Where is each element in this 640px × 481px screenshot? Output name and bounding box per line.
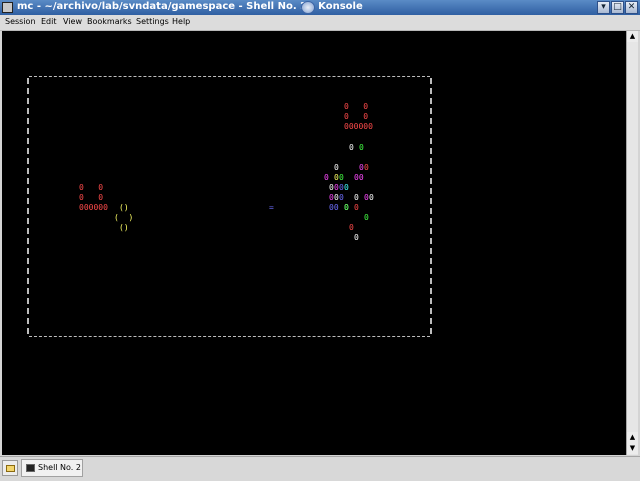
minimize-button[interactable]: ▾	[597, 1, 610, 14]
asteroid-glyph: ()	[119, 223, 129, 232]
ship-glyph: 000000	[79, 203, 108, 212]
session-tab-bar: Shell No. 2	[0, 456, 640, 481]
particle-glyph: 0	[354, 203, 359, 212]
menu-bookmarks[interactable]: Bookmarks	[87, 17, 132, 26]
maximize-button[interactable]: □	[611, 1, 624, 14]
particle-glyph: 0	[354, 233, 359, 242]
particle-glyph: 0	[349, 223, 354, 232]
close-button[interactable]: ✕	[625, 1, 638, 14]
playfield-border-right	[430, 78, 432, 334]
terminal-view[interactable]: 0 0 0 0 000000 0 0 0 0 0 0 0 0 00 0 0 0 …	[2, 31, 626, 455]
menu-bar: Session Edit View Bookmarks Settings Hel…	[0, 15, 640, 31]
menu-settings[interactable]: Settings	[136, 17, 169, 26]
asteroid-glyph: ( )	[114, 213, 134, 222]
playfield-border-bottom	[29, 336, 430, 337]
particle-glyph: 0	[344, 183, 349, 192]
particle-glyph: 0	[364, 213, 369, 222]
center-marker-glyph: =	[269, 203, 274, 212]
menu-edit[interactable]: Edit	[41, 17, 57, 26]
konsole-app-icon[interactable]	[2, 2, 13, 13]
title-bar[interactable]: mc - ~/archivo/lab/svndata/gamespace - S…	[0, 0, 640, 15]
ship-glyph: 0 0	[344, 102, 369, 111]
menu-session[interactable]: Session	[5, 17, 36, 26]
menu-help[interactable]: Help	[172, 17, 190, 26]
ship-glyph: 0 0	[344, 112, 369, 121]
scroll-up-arrow-icon[interactable]: ▲	[627, 432, 638, 443]
particle-glyph: 00	[354, 173, 364, 182]
particle-glyph: 0	[359, 143, 364, 152]
particle-glyph: 00	[329, 203, 339, 212]
particle-glyph: 0	[339, 173, 344, 182]
particle-glyph: 0	[364, 163, 369, 172]
terminal-scrollbar[interactable]: ▲ ▲ ▼	[626, 31, 638, 455]
particle-glyph: 0	[339, 193, 344, 202]
menu-view[interactable]: View	[63, 17, 82, 26]
playfield-border-top	[29, 76, 430, 77]
new-session-button[interactable]	[2, 460, 18, 476]
ship-glyph: 000000	[344, 122, 373, 131]
ship-glyph: 0 0	[79, 193, 104, 202]
new-session-icon	[6, 465, 15, 472]
terminal-icon	[26, 464, 35, 472]
tab-label: Shell No. 2	[38, 463, 81, 472]
particle-glyph: 0	[349, 143, 354, 152]
kde-logo-icon	[301, 1, 315, 14]
particle-glyph: 0	[369, 193, 374, 202]
scroll-down-arrow-icon[interactable]: ▼	[627, 443, 638, 454]
particle-glyph: 0	[324, 173, 329, 182]
ship-glyph: 0 0	[79, 183, 104, 192]
tab-shell-no-2[interactable]: Shell No. 2	[21, 459, 83, 477]
asteroid-glyph: ()	[119, 203, 129, 212]
particle-glyph: 0	[334, 163, 339, 172]
particle-glyph: 0	[354, 193, 359, 202]
scroll-up-arrow-icon[interactable]: ▲	[627, 31, 638, 42]
particle-glyph: 0	[344, 203, 349, 212]
playfield-border-left	[27, 78, 29, 334]
